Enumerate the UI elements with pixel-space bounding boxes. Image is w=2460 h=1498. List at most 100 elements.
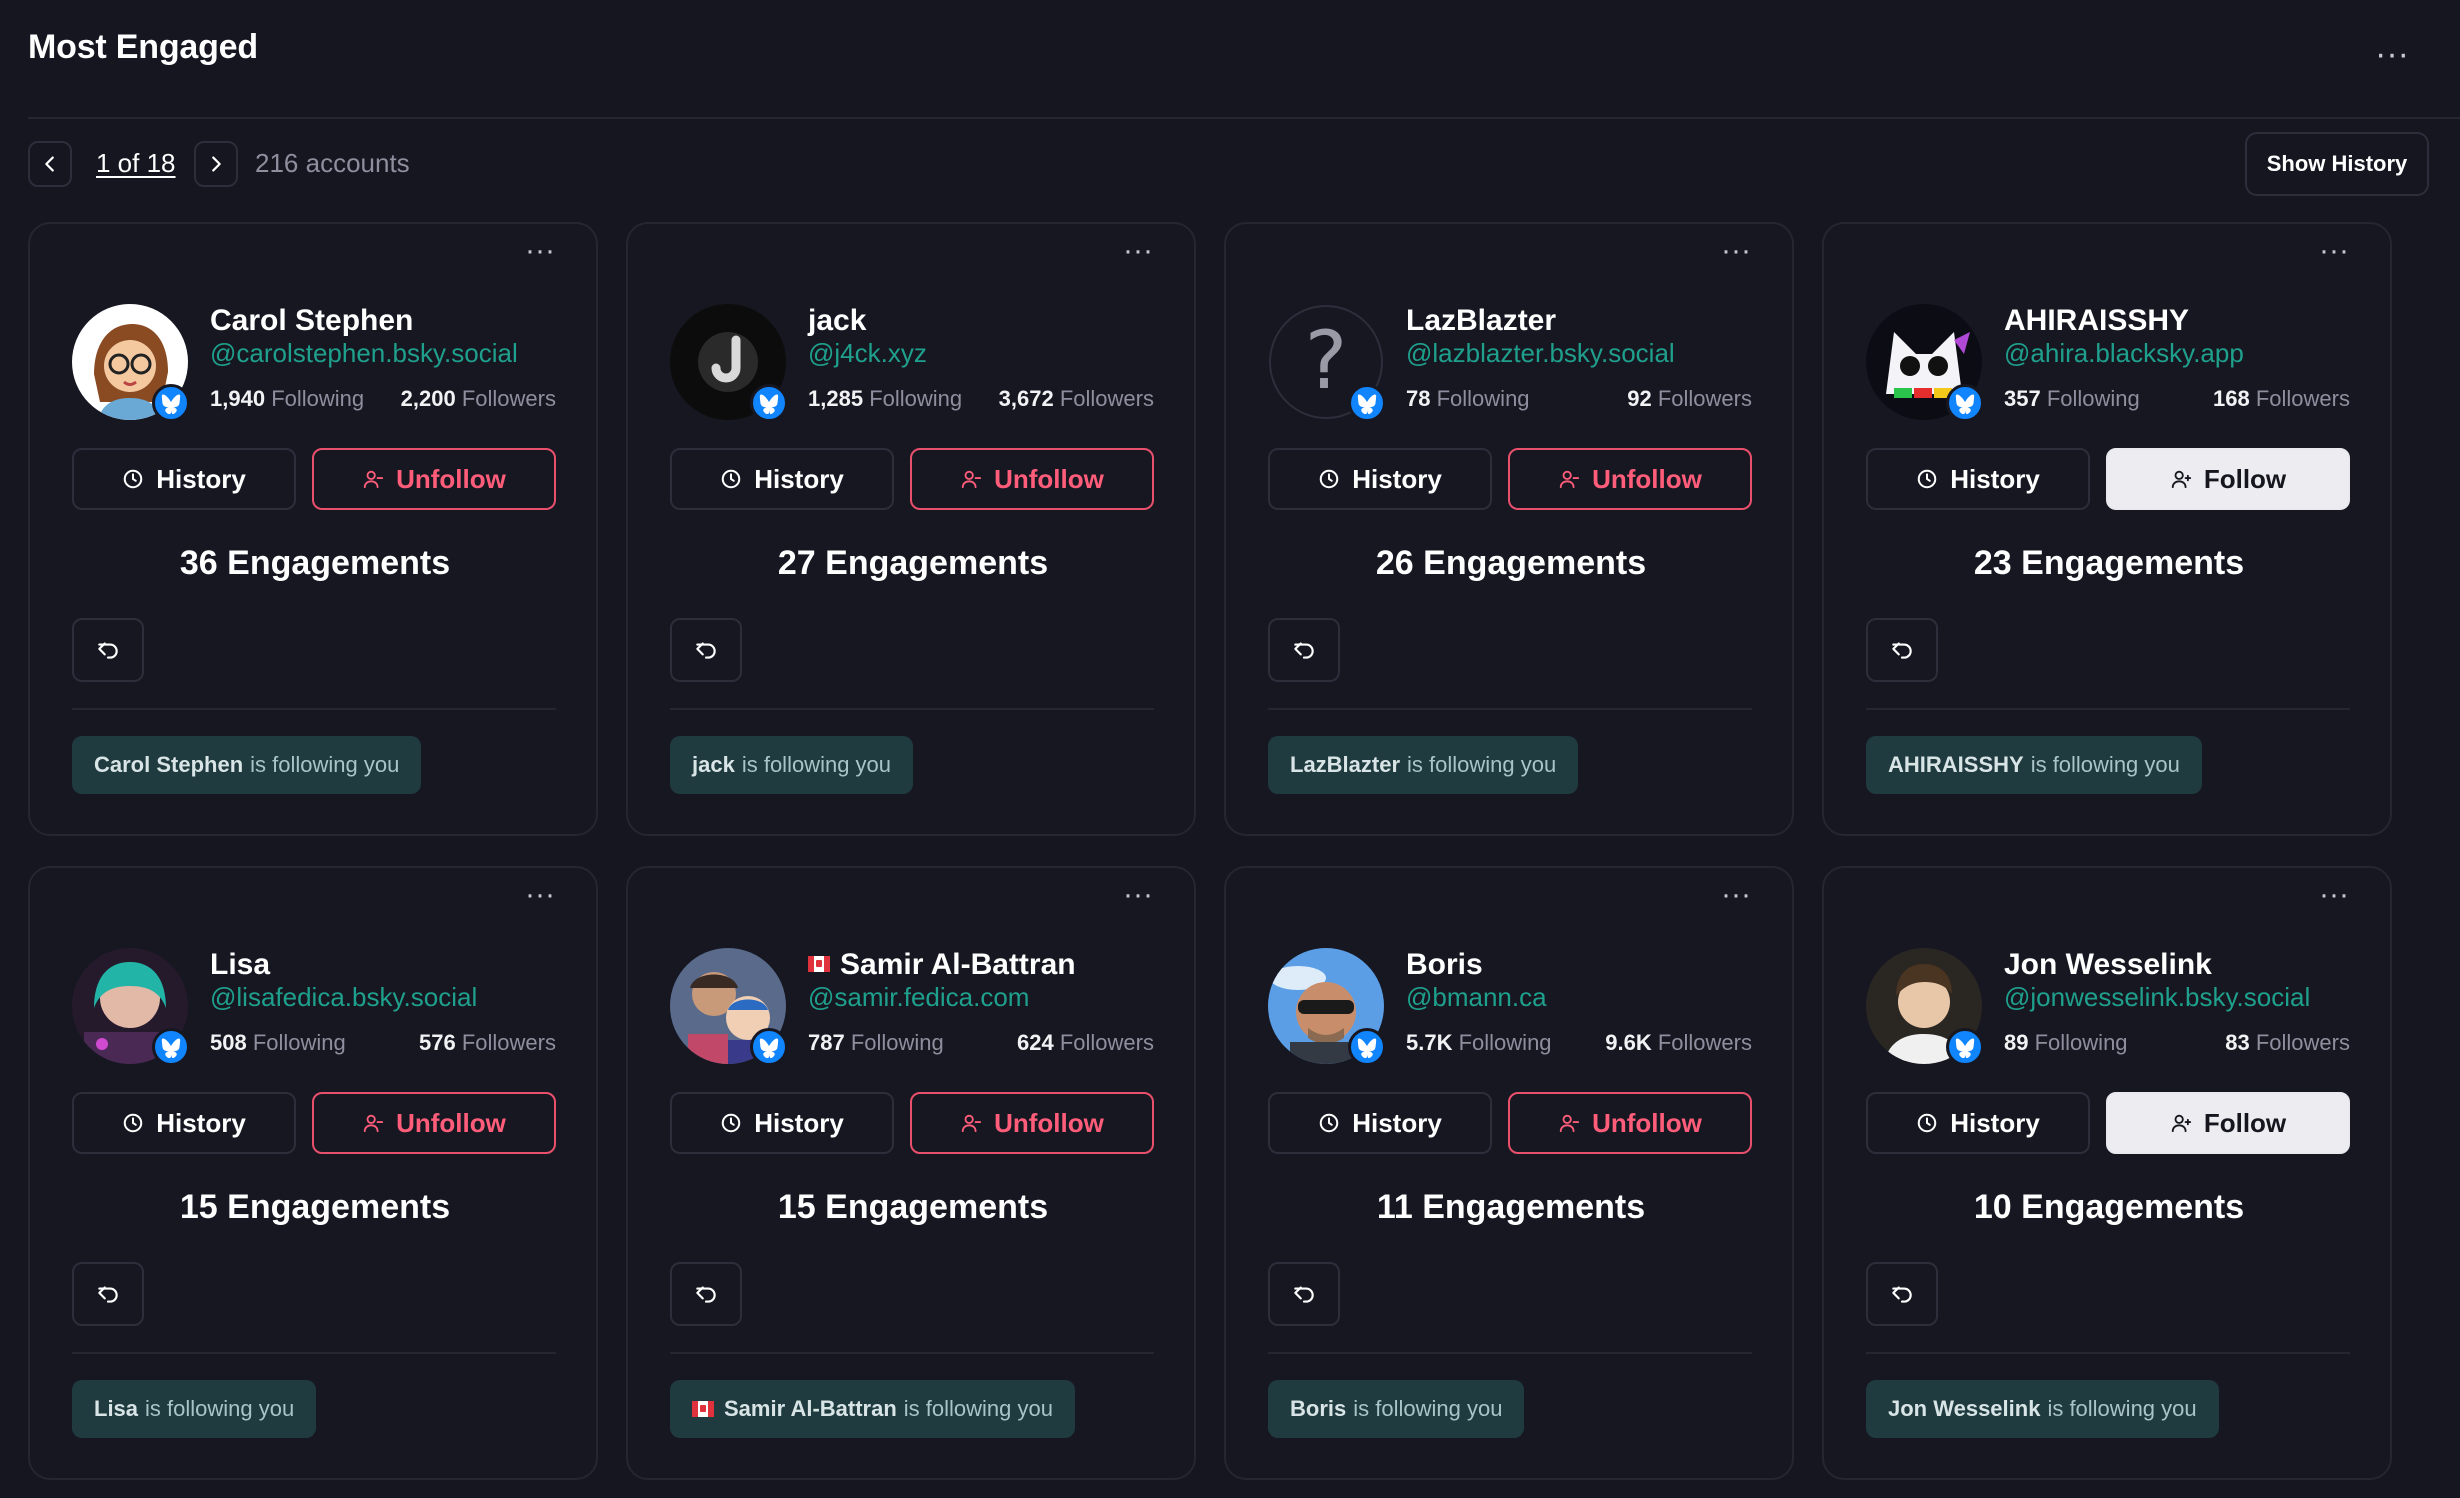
- avatar[interactable]: [72, 948, 190, 1066]
- history-button[interactable]: History: [1866, 1092, 2090, 1154]
- display-name[interactable]: Carol Stephen: [210, 304, 413, 338]
- chevron-left-icon: [45, 156, 54, 172]
- reply-button[interactable]: [670, 618, 742, 682]
- person-remove-icon: [363, 470, 384, 489]
- history-label: History: [156, 1107, 246, 1138]
- card-more-options-icon[interactable]: ···: [1716, 880, 1756, 916]
- account-handle[interactable]: @bmann.ca: [1406, 982, 1547, 1013]
- following-count: 1,940 Following: [210, 386, 365, 411]
- account-handle[interactable]: @lazblazter.bsky.social: [1406, 338, 1675, 369]
- history-label: History: [1950, 1107, 2040, 1138]
- account-handle[interactable]: @j4ck.xyz: [808, 338, 927, 369]
- unfollow-button[interactable]: Unfollow: [910, 1092, 1154, 1154]
- follow-toggle-label: Unfollow: [396, 1107, 506, 1138]
- engagement-count: 36 Engagements: [179, 544, 451, 582]
- display-name[interactable]: LazBlazter: [1406, 304, 1556, 338]
- unfollow-button[interactable]: Unfollow: [312, 448, 556, 510]
- account-handle[interactable]: @lisafedica.bsky.social: [210, 982, 477, 1013]
- display-name[interactable]: Jon Wesselink: [2004, 948, 2212, 982]
- card-more-options-icon[interactable]: ···: [1716, 236, 1756, 272]
- avatar[interactable]: [1866, 304, 1984, 422]
- reply-arrow-icon: [1294, 642, 1314, 659]
- display-name[interactable]: Boris: [1406, 948, 1483, 982]
- avatar[interactable]: [1268, 948, 1386, 1066]
- reply-button[interactable]: [72, 618, 144, 682]
- account-card-lazblazter: ··· ? LazBlazter @lazblazter.bsky.social…: [1224, 222, 1794, 836]
- divider: [72, 708, 556, 710]
- account-handle[interactable]: @carolstephen.bsky.social: [210, 338, 518, 369]
- clock-icon: [721, 1113, 741, 1133]
- avatar[interactable]: [670, 304, 788, 422]
- next-page-button[interactable]: [194, 141, 238, 187]
- divider: [1866, 1352, 2350, 1354]
- account-card-lisa: ··· Lisa @lisafedica.bsky.social 508 Fol…: [28, 866, 598, 1480]
- history-button[interactable]: History: [1866, 448, 2090, 510]
- divider: [1866, 708, 2350, 710]
- divider: [72, 1352, 556, 1354]
- chevron-right-icon: [212, 156, 221, 172]
- display-name[interactable]: Lisa: [210, 948, 270, 982]
- followers-count: 624 Followers: [1017, 1030, 1154, 1055]
- history-button[interactable]: History: [670, 1092, 894, 1154]
- engagement-count: 10 Engagements: [1973, 1188, 2245, 1226]
- clock-icon: [1319, 1113, 1339, 1133]
- reply-arrow-icon: [98, 642, 118, 659]
- card-more-options-icon[interactable]: ···: [2314, 236, 2354, 272]
- history-button[interactable]: History: [1268, 1092, 1492, 1154]
- following-count: 508 Following: [210, 1030, 346, 1055]
- unfollow-button[interactable]: Unfollow: [910, 448, 1154, 510]
- history-button[interactable]: History: [670, 448, 894, 510]
- unfollow-button[interactable]: Unfollow: [1508, 448, 1752, 510]
- card-more-options-icon[interactable]: ···: [520, 236, 560, 272]
- account-card-ahiraisshy: ··· AHIRAISSHY @ahira.blacksky.app 357 F…: [1822, 222, 2392, 836]
- unfollow-button[interactable]: Unfollow: [1508, 1092, 1752, 1154]
- follow-button[interactable]: Follow: [2106, 448, 2350, 510]
- clock-icon: [1917, 1113, 1937, 1133]
- display-name[interactable]: AHIRAISSHY: [2004, 304, 2189, 338]
- history-button[interactable]: History: [1268, 448, 1492, 510]
- avatar[interactable]: [72, 304, 190, 422]
- previous-page-button[interactable]: [28, 141, 72, 187]
- history-button[interactable]: History: [72, 1092, 296, 1154]
- clock-icon: [123, 1113, 143, 1133]
- person-remove-icon: [961, 470, 982, 489]
- follow-toggle-label: Unfollow: [994, 463, 1104, 494]
- show-history-button[interactable]: Show History: [2245, 132, 2429, 196]
- account-handle[interactable]: @samir.fedica.com: [808, 982, 1029, 1013]
- clock-icon: [123, 469, 143, 489]
- reply-button[interactable]: [72, 1262, 144, 1326]
- person-add-icon: [2171, 470, 2191, 489]
- avatar[interactable]: [670, 948, 788, 1066]
- card-more-options-icon[interactable]: ···: [2314, 880, 2354, 916]
- reply-button[interactable]: [1866, 1262, 1938, 1326]
- history-button[interactable]: History: [72, 448, 296, 510]
- display-name[interactable]: jack: [808, 304, 866, 338]
- history-label: History: [754, 463, 844, 494]
- reply-button[interactable]: [670, 1262, 742, 1326]
- page-indicator[interactable]: 1 of 18: [96, 148, 176, 179]
- history-label: History: [754, 1107, 844, 1138]
- followers-count: 168 Followers: [2213, 386, 2350, 411]
- unfollow-button[interactable]: Unfollow: [312, 1092, 556, 1154]
- avatar[interactable]: ?: [1268, 304, 1386, 422]
- account-card-jon-wesselink: ··· Jon Wesselink @jonwesselink.bsky.soc…: [1822, 866, 2392, 1480]
- reply-button[interactable]: [1268, 1262, 1340, 1326]
- account-handle[interactable]: @jonwesselink.bsky.social: [2004, 982, 2310, 1013]
- follow-toggle-label: Unfollow: [396, 463, 506, 494]
- card-more-options-icon[interactable]: ···: [1118, 880, 1158, 916]
- reply-button[interactable]: [1866, 618, 1938, 682]
- account-card-jack: ··· jack @j4ck.xyz 1,285 Following 3,672…: [626, 222, 1196, 836]
- card-more-options-icon[interactable]: ···: [520, 880, 560, 916]
- history-label: History: [1352, 1107, 1442, 1138]
- account-handle[interactable]: @ahira.blacksky.app: [2004, 338, 2244, 369]
- reply-button[interactable]: [1268, 618, 1340, 682]
- follow-button[interactable]: Follow: [2106, 1092, 2350, 1154]
- display-name[interactable]: Samir Al-Battran: [808, 948, 1076, 982]
- card-more-options-icon[interactable]: ···: [1118, 236, 1158, 272]
- more-options-icon[interactable]: ···: [2368, 37, 2416, 86]
- following-count: 1,285 Following: [808, 386, 963, 411]
- followers-count: 83 Followers: [2225, 1030, 2350, 1055]
- person-remove-icon: [1559, 1114, 1580, 1133]
- following-count: 787 Following: [808, 1030, 944, 1055]
- avatar[interactable]: [1866, 948, 1984, 1066]
